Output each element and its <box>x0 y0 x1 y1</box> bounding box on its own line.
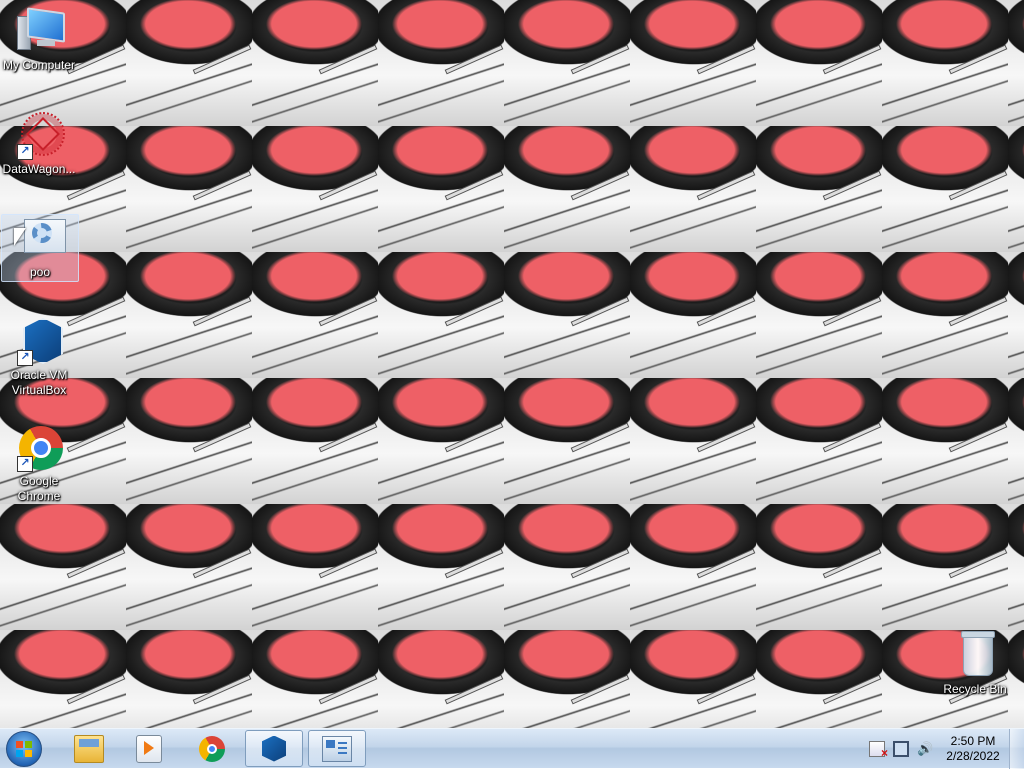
wallpaper-tone-arm <box>949 297 1007 326</box>
wallpaper-tone-arm <box>823 171 881 200</box>
start-button[interactable] <box>6 731 42 767</box>
wallpaper-tone-arm <box>445 423 503 452</box>
wallpaper-tone-arm <box>445 45 503 74</box>
action-center-flag-icon[interactable] <box>869 741 888 761</box>
wallpaper-tone-arm <box>193 423 251 452</box>
chrome-icon <box>199 735 225 762</box>
wallpaper-tone-arm <box>697 297 755 326</box>
wallpaper-tone-arm <box>823 675 881 704</box>
desktop-icon-label: poo <box>29 265 51 279</box>
poo-app-icon <box>322 735 352 762</box>
windows-media-player-icon <box>136 734 162 763</box>
wallpaper-tone-arm <box>193 549 251 578</box>
wallpaper-tone-arm <box>319 423 377 452</box>
wallpaper-tone-arm <box>571 549 629 578</box>
desktop-icon-label: DataWagon... <box>2 162 76 176</box>
desktop[interactable]: My Computer ↗ DataWagon... poo ↗ Oracle … <box>0 0 1024 728</box>
wallpaper-tone-arm <box>193 297 251 326</box>
recycle-bin-icon <box>951 631 999 680</box>
wallpaper-tone-arm <box>571 45 629 74</box>
desktop-icon-my-computer[interactable]: My Computer <box>1 7 77 73</box>
wallpaper-tone-arm <box>571 171 629 200</box>
wallpaper-tone-arm <box>571 675 629 704</box>
windows-logo-icon <box>16 741 32 757</box>
show-desktop-button[interactable] <box>1009 729 1024 769</box>
virtualbox-icon: ↗ <box>15 318 63 366</box>
wallpaper-tone-arm <box>193 171 251 200</box>
shortcut-arrow-icon: ↗ <box>17 350 33 366</box>
desktop-icon-label: Recycle Bin <box>943 682 1007 696</box>
taskbar-poo-button[interactable] <box>308 730 366 767</box>
volume-icon[interactable]: 🔊 <box>917 741 933 757</box>
computer-icon <box>15 7 65 56</box>
desktop-icon-datawagon[interactable]: ↗ DataWagon... <box>1 112 77 177</box>
wallpaper-tone-arm <box>319 171 377 200</box>
wallpaper-tone-arm <box>697 171 755 200</box>
system-tray: 🔊 2:50 PM 2/28/2022 <box>869 729 1024 769</box>
desktop-icon-label: Oracle VM VirtualBox <box>10 368 68 397</box>
clock[interactable]: 2:50 PM 2/28/2022 <box>945 734 1001 764</box>
taskbar-windows-explorer-button[interactable] <box>60 730 118 767</box>
taskbar: 🔊 2:50 PM 2/28/2022 <box>0 728 1024 769</box>
taskbar-chrome-button[interactable] <box>183 730 241 767</box>
wallpaper-tone-arm <box>697 675 755 704</box>
taskbar-media-player-button[interactable] <box>120 730 178 767</box>
wallpaper-tone-arm <box>445 549 503 578</box>
wallpaper-tone-arm <box>823 423 881 452</box>
shortcut-arrow-icon: ↗ <box>17 144 33 160</box>
wallpaper-tone-arm <box>949 549 1007 578</box>
wallpaper-tone-arm <box>823 297 881 326</box>
clock-time: 2:50 PM <box>950 734 996 748</box>
shortcut-arrow-icon: ↗ <box>17 456 33 472</box>
wallpaper-tone-arm <box>193 675 251 704</box>
wallpaper-tone-arm <box>949 423 1007 452</box>
wallpaper-tone-arm <box>67 675 125 704</box>
wallpaper-tone-arm <box>697 45 755 74</box>
wallpaper-tone-arm <box>67 549 125 578</box>
wallpaper-tone-arm <box>949 45 1007 74</box>
wallpaper-tone-arm <box>319 297 377 326</box>
wallpaper-tone-arm <box>445 171 503 200</box>
datawagon-icon: ↗ <box>15 112 65 160</box>
wallpaper-tone-arm <box>571 297 629 326</box>
desktop-icon-recycle-bin[interactable]: Recycle Bin <box>937 631 1013 697</box>
windows-explorer-icon <box>74 734 104 763</box>
wallpaper-tone-arm <box>949 171 1007 200</box>
desktop-icon-label: Google Chrome <box>17 474 61 503</box>
network-icon[interactable] <box>893 741 909 757</box>
desktop-icon-google-chrome[interactable]: ↗ Google Chrome <box>1 424 77 504</box>
chrome-icon: ↗ <box>15 424 63 472</box>
wallpaper-tone-arm <box>445 675 503 704</box>
desktop-icon-label: My Computer <box>2 58 76 72</box>
wallpaper-tone-arm <box>823 45 881 74</box>
clock-date: 2/28/2022 <box>946 749 1000 763</box>
wallpaper-tone-arm <box>697 549 755 578</box>
wallpaper-tone-arm <box>823 549 881 578</box>
wallpaper-tone-arm <box>319 45 377 74</box>
wallpaper-tone-arm <box>193 45 251 74</box>
desktop-icon-poo[interactable]: poo <box>1 214 79 282</box>
wallpaper-tone-arm <box>319 549 377 578</box>
mouse-cursor-icon <box>14 228 26 246</box>
taskbar-virtualbox-button[interactable] <box>245 730 303 767</box>
wallpaper-tone-arm <box>319 675 377 704</box>
wallpaper-tone-arm <box>571 423 629 452</box>
wallpaper-tone-arm <box>697 423 755 452</box>
virtualbox-icon <box>262 735 286 762</box>
desktop-icon-virtualbox[interactable]: ↗ Oracle VM VirtualBox <box>1 318 77 398</box>
wallpaper-tone-arm <box>445 297 503 326</box>
